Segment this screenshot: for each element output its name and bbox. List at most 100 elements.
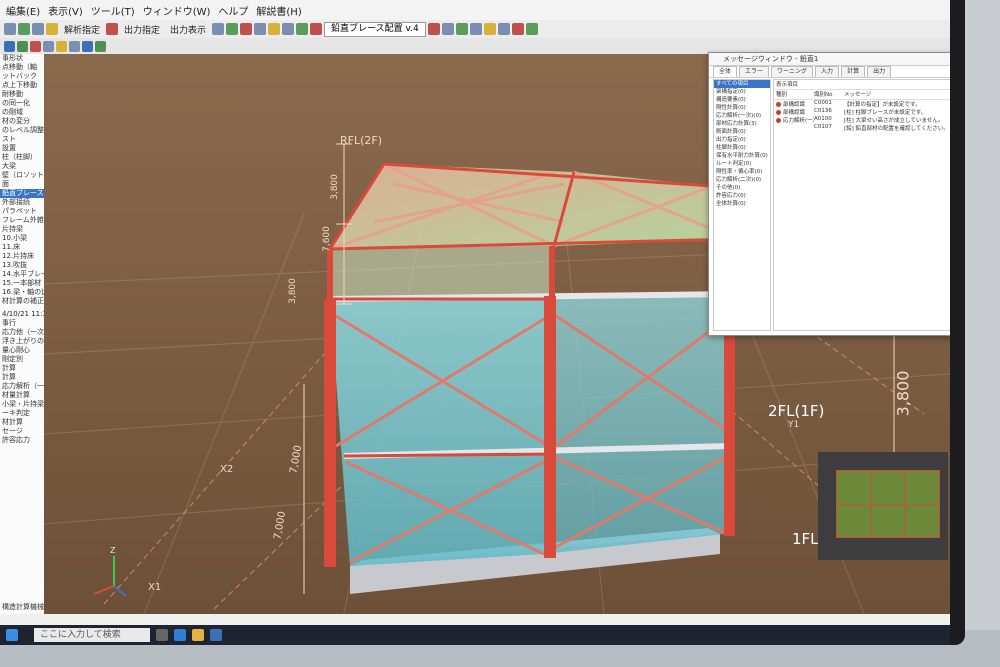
log-item[interactable]: 計算	[0, 364, 44, 373]
category-item[interactable]: 全体計算(0)	[714, 200, 770, 208]
category-item[interactable]: すべての項目	[714, 80, 770, 88]
tab-output[interactable]: 出力	[867, 66, 892, 77]
tree-item[interactable]: 11.床	[0, 243, 44, 252]
tool-icon[interactable]	[511, 23, 524, 35]
category-item[interactable]: 出力指定(0)	[714, 136, 770, 144]
log-item[interactable]: 計算	[0, 373, 44, 382]
category-item[interactable]: 応力解析(二次)(0)	[714, 176, 770, 184]
tool-icon[interactable]	[254, 23, 267, 35]
delete-icon[interactable]	[30, 40, 41, 52]
view-3d-icon[interactable]	[82, 40, 93, 52]
tab-error[interactable]: エラー	[739, 66, 770, 77]
message-row[interactable]: 部構認識 C0136 [柱] 柱脚ブレースが未設定です。	[774, 108, 950, 116]
tree-item[interactable]: の剛域	[0, 108, 44, 117]
category-item[interactable]: 応力解析(一次)(0)	[714, 112, 770, 120]
log-item[interactable]: 浮き上がりのチェック	[0, 337, 44, 346]
tree-item[interactable]: の同一化	[0, 99, 44, 108]
explorer-icon[interactable]	[192, 629, 204, 641]
tree-item[interactable]: のレベル調整	[0, 126, 44, 135]
tree-item[interactable]: 大梁	[0, 162, 44, 171]
taskbar-search-input[interactable]: ここに入力して検索	[34, 628, 150, 642]
tool-icon[interactable]	[296, 23, 309, 35]
category-item[interactable]: 柱脚計算(0)	[714, 144, 770, 152]
menu-item-view[interactable]: 表示(V)	[48, 3, 83, 18]
message-row[interactable]: 応力解析(一次) A0100 [柱] 大梁せい高さが成立していません。	[774, 116, 950, 124]
open-icon[interactable]	[18, 23, 30, 35]
tree-item[interactable]: フレーム外雑物	[0, 216, 44, 225]
tab-calc[interactable]: 計算	[841, 66, 866, 77]
tree-item[interactable]: スト	[0, 135, 44, 144]
log-item[interactable]: 許容応力	[0, 436, 44, 445]
tree-item[interactable]: 点上下移動	[0, 81, 44, 90]
tree-item[interactable]: 設置	[0, 144, 44, 153]
log-item[interactable]: 応力他（一次）	[0, 328, 44, 337]
tree-item[interactable]: 壁（ロソット）	[0, 171, 44, 180]
tree-item-selected[interactable]: 鉛直ブレース	[0, 189, 44, 198]
tree-item[interactable]: 点移動（軸	[0, 63, 44, 72]
category-item[interactable]: 保有水平耐力計算(0)	[714, 152, 770, 160]
log-item[interactable]: 応力解析（一次）	[0, 382, 44, 391]
category-item[interactable]: その他(0)	[714, 184, 770, 192]
tree-item[interactable]: ットバック	[0, 72, 44, 81]
tree-item[interactable]: 事形状	[0, 54, 44, 63]
message-row[interactable]: 部構認識 C0001 【計算の指定】が未設定です。	[774, 100, 950, 108]
new-icon[interactable]	[4, 23, 16, 35]
edge-icon[interactable]	[174, 629, 186, 641]
grid-header-kind[interactable]: 種別	[774, 90, 814, 99]
log-item[interactable]: 材計算	[0, 418, 44, 427]
app-icon[interactable]	[210, 629, 222, 641]
tree-item[interactable]: 面	[0, 180, 44, 189]
log-item[interactable]: 量心剛心	[0, 346, 44, 355]
tool-icon[interactable]	[282, 23, 295, 35]
tree-item[interactable]: 16.梁・軸の追加	[0, 288, 44, 297]
output-icon[interactable]	[106, 23, 119, 35]
tree-item[interactable]: 柱（柱脚）	[0, 153, 44, 162]
tab-input[interactable]: 入力	[815, 66, 840, 77]
tree-item[interactable]: 12.片持床	[0, 252, 44, 261]
tab-all[interactable]: 全体	[713, 66, 738, 77]
tree-item[interactable]: 片持梁	[0, 225, 44, 234]
tree-item[interactable]: 15.一本部材	[0, 279, 44, 288]
tool-icon[interactable]	[469, 23, 482, 35]
log-item[interactable]: 小梁・片持梁の設計	[0, 400, 44, 409]
tree-item[interactable]: 14.水平ブレース	[0, 270, 44, 279]
tree-item[interactable]: 材の変分	[0, 117, 44, 126]
navigator-minimap[interactable]	[818, 452, 948, 560]
grid-icon[interactable]	[95, 40, 106, 52]
tree-item[interactable]: 外部接続	[0, 198, 44, 207]
log-item[interactable]: 剛定別	[0, 355, 44, 364]
tree-item[interactable]: 耐移動	[0, 90, 44, 99]
category-item[interactable]: 部材応力計算(3)	[714, 120, 770, 128]
menu-item-tools[interactable]: ツール(T)	[91, 3, 135, 18]
category-item[interactable]: ルート判定(0)	[714, 160, 770, 168]
tool-icon[interactable]	[497, 23, 510, 35]
tool-icon[interactable]	[240, 23, 253, 35]
tool-icon[interactable]	[212, 23, 225, 35]
select-icon[interactable]	[4, 40, 15, 52]
move-icon[interactable]	[17, 40, 28, 52]
menu-item-window[interactable]: ウィンドウ(W)	[143, 3, 211, 18]
tool-icon[interactable]	[441, 23, 454, 35]
message-window[interactable]: メッセージウィンドウ - 鉛直1 全体 エラー ワーニング 入力 計算 出力 す…	[708, 52, 950, 336]
member-type-select[interactable]: 鉛直ブレース配置 v.4	[324, 21, 426, 37]
menu-item-help[interactable]: ヘルプ	[218, 3, 248, 18]
category-item[interactable]: 剛性計算(0)	[714, 104, 770, 112]
grid-header-message[interactable]: メッセージ	[844, 90, 950, 99]
print-icon[interactable]	[46, 23, 58, 35]
log-item[interactable]: ーキ判定	[0, 409, 44, 418]
output-display-button[interactable]: 出力表示	[166, 23, 210, 36]
tree-item[interactable]: パラペット	[0, 207, 44, 216]
category-item[interactable]: 剛性率・偏心率(0)	[714, 168, 770, 176]
tree-item[interactable]: 10.小梁	[0, 234, 44, 243]
category-item[interactable]: 許容応力(0)	[714, 192, 770, 200]
close-icon[interactable]	[427, 23, 440, 35]
start-icon[interactable]	[6, 629, 18, 641]
log-item[interactable]: 材量計算	[0, 391, 44, 400]
category-item[interactable]: 断面計算(0)	[714, 128, 770, 136]
grid-header-code[interactable]: 識別No	[814, 90, 844, 99]
tool-icon[interactable]	[483, 23, 496, 35]
tool-icon[interactable]	[455, 23, 468, 35]
tool-icon[interactable]	[268, 23, 281, 35]
tab-warning[interactable]: ワーニング	[771, 66, 814, 77]
category-item[interactable]: 架構指定(0)	[714, 88, 770, 96]
